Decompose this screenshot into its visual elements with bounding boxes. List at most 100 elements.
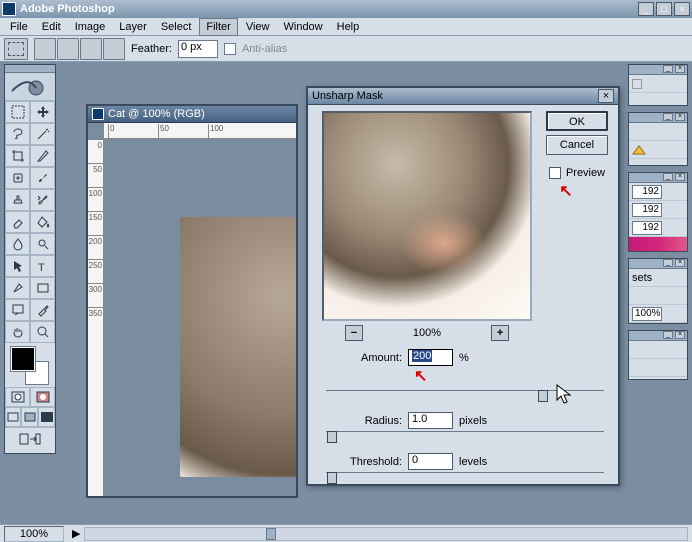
ok-button[interactable]: OK [546,111,608,131]
selection-intersect-icon[interactable] [103,38,125,60]
fg-bg-swatches[interactable] [5,343,55,387]
tool-history-brush[interactable] [30,189,55,211]
selection-add-icon[interactable] [57,38,79,60]
workspace: T Cat @ 100% (RGB) [0,62,692,524]
dialog-close-button[interactable]: × [598,89,614,103]
ruler-tick: 150 [88,211,103,235]
window-maximize-button[interactable]: □ [656,2,672,16]
tool-path-select[interactable] [5,255,30,277]
threshold-input[interactable]: 0 [408,453,453,470]
amount-slider[interactable] [326,390,604,404]
screen-mode-standard-icon[interactable] [5,407,21,427]
ruler-tick: 0 [88,139,103,163]
jump-to-imageready-icon[interactable] [5,427,55,449]
preview-checkbox[interactable] [549,167,561,179]
unsharp-mask-dialog: Unsharp Mask × − 100% + OK Cancel Previe… [306,86,620,486]
menu-view[interactable]: View [240,19,276,35]
foreground-color-swatch[interactable] [11,347,35,371]
app-titlebar: Adobe Photoshop _ □ × [0,0,692,18]
scrollbar-thumb[interactable] [266,528,276,540]
zoom-in-button[interactable]: + [491,325,509,341]
tool-hand[interactable] [5,321,30,343]
panel-close-icon[interactable]: × [675,259,685,267]
tool-shape[interactable] [30,277,55,299]
tool-dodge[interactable] [30,233,55,255]
ruler-tick: 350 [88,307,103,331]
zoom-out-button[interactable]: − [345,325,363,341]
quick-mask-off-icon[interactable] [5,387,30,407]
threshold-slider[interactable] [326,472,604,486]
quick-mask-on-icon[interactable] [30,387,55,407]
dialog-preview-image[interactable] [322,111,532,321]
menu-image[interactable]: Image [69,19,112,35]
status-menu-arrow-icon[interactable]: ▶ [72,527,80,540]
info-value: 192 [632,203,662,217]
tool-marquee[interactable] [5,101,30,123]
tool-blur[interactable] [5,233,30,255]
tool-paint-bucket[interactable] [30,211,55,233]
screen-mode-full-menubar-icon[interactable] [21,407,38,427]
tool-healing-brush[interactable] [5,167,30,189]
amount-label: Amount: [342,352,402,364]
tool-crop[interactable] [5,145,30,167]
radius-input[interactable]: 1.0 [408,412,453,429]
tool-lasso[interactable] [5,123,30,145]
menu-edit[interactable]: Edit [36,19,67,35]
panel-close-icon[interactable]: × [675,65,685,73]
color-ramp[interactable] [629,237,687,251]
panel-close-icon[interactable]: × [675,173,685,181]
canvas[interactable] [104,139,296,496]
horizontal-scrollbar[interactable] [84,527,688,541]
panel-minimize-icon[interactable]: _ [663,65,673,73]
tool-pen[interactable] [5,277,30,299]
window-close-button[interactable]: × [674,2,690,16]
ruler-horizontal[interactable]: 0 50 100 [104,123,296,139]
toolbox-handle[interactable] [5,65,55,73]
info-value: 192 [632,221,662,235]
toolbox: T [4,64,56,454]
ruler-vertical[interactable]: 0 50 100 150 200 250 300 350 [88,139,104,496]
panel-close-icon[interactable]: × [675,113,685,121]
window-minimize-button[interactable]: _ [638,2,654,16]
ruler-tick: 100 [208,124,223,138]
radius-slider[interactable] [326,431,604,445]
tool-clone-stamp[interactable] [5,189,30,211]
selection-subtract-icon[interactable] [80,38,102,60]
menu-layer[interactable]: Layer [113,19,153,35]
menu-file[interactable]: File [4,19,34,35]
menu-window[interactable]: Window [278,19,329,35]
selection-new-icon[interactable] [34,38,56,60]
preview-label: Preview [566,167,605,179]
antialias-checkbox[interactable] [224,43,236,55]
tool-zoom[interactable] [30,321,55,343]
feather-input[interactable]: 0 px [178,40,218,58]
menu-filter[interactable]: Filter [199,18,237,36]
tool-brush[interactable] [30,167,55,189]
menu-select[interactable]: Select [155,19,198,35]
tool-eraser[interactable] [5,211,30,233]
tool-move[interactable] [30,101,55,123]
svg-text:T: T [38,262,45,273]
document-image [180,217,296,477]
panel-zoom-value[interactable]: 100% [632,307,662,321]
dialog-titlebar[interactable]: Unsharp Mask × [308,88,618,105]
panel-minimize-icon[interactable]: _ [663,113,673,121]
info-panel: _× 192 192 192 [628,172,688,252]
tool-type[interactable]: T [30,255,55,277]
tool-eyedropper[interactable] [30,299,55,321]
nav-thumb-icon [632,79,642,89]
document-titlebar[interactable]: Cat @ 100% (RGB) [88,106,296,123]
tool-notes[interactable] [5,299,30,321]
panel-minimize-icon[interactable]: _ [663,173,673,181]
panel-close-icon[interactable]: × [675,331,685,339]
amount-input[interactable]: 200 [408,349,453,366]
panel-minimize-icon[interactable]: _ [663,331,673,339]
menu-help[interactable]: Help [331,19,366,35]
tool-slice[interactable] [30,145,55,167]
cancel-button[interactable]: Cancel [546,135,608,155]
status-zoom[interactable]: 100% [4,526,64,542]
panel-minimize-icon[interactable]: _ [663,259,673,267]
screen-mode-full-icon[interactable] [38,407,55,427]
tool-magic-wand[interactable] [30,123,55,145]
current-tool-swatch[interactable] [4,38,28,60]
